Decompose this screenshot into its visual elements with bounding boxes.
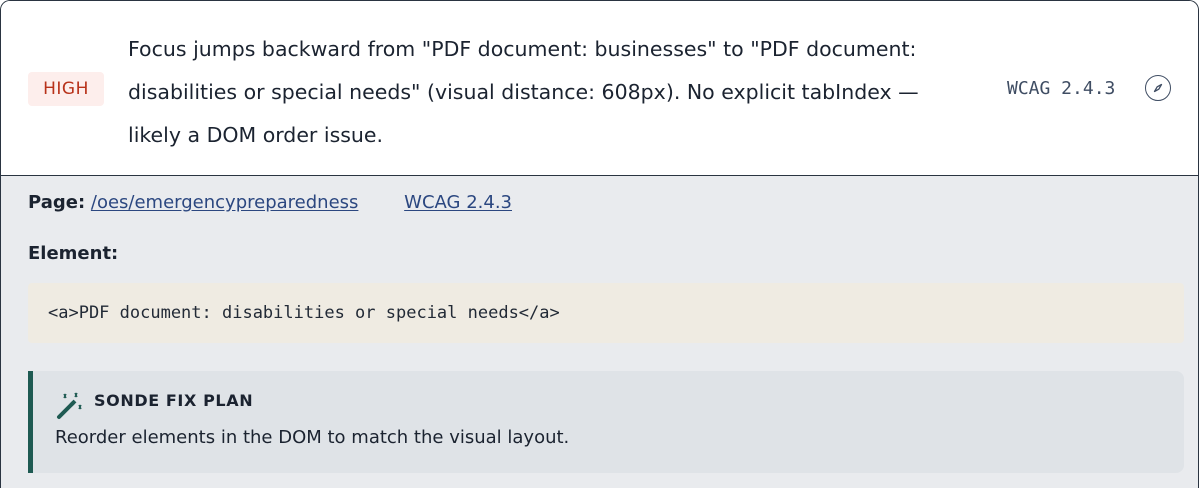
page-link[interactable]: /oes/emergencypreparedness — [91, 192, 359, 213]
element-code-snippet: <a>PDF document: disabilities or special… — [28, 283, 1184, 343]
element-label: Element: — [28, 243, 119, 264]
fix-plan-body: Reorder elements in the DOM to match the… — [55, 427, 570, 448]
issue-summary[interactable]: HIGH Focus jumps backward from "PDF docu… — [1, 1, 1198, 176]
compass-icon[interactable] — [1145, 75, 1171, 101]
page-line: Page: /oes/emergencypreparedness WCAG 2.… — [28, 188, 512, 218]
fix-plan-panel: SONDE FIX PLAN Reorder elements in the D… — [28, 371, 1184, 473]
severity-badge: HIGH — [28, 72, 104, 106]
fix-plan-title: SONDE FIX PLAN — [94, 391, 254, 410]
wcag-criterion-label: WCAG 2.4.3 — [1007, 78, 1116, 99]
issue-card: HIGH Focus jumps backward from "PDF docu… — [0, 0, 1199, 488]
wcag-link[interactable]: WCAG 2.4.3 — [404, 192, 512, 213]
page-label: Page: — [28, 192, 86, 213]
magic-wand-icon — [55, 391, 89, 421]
issue-description: Focus jumps backward from "PDF document:… — [128, 37, 919, 147]
